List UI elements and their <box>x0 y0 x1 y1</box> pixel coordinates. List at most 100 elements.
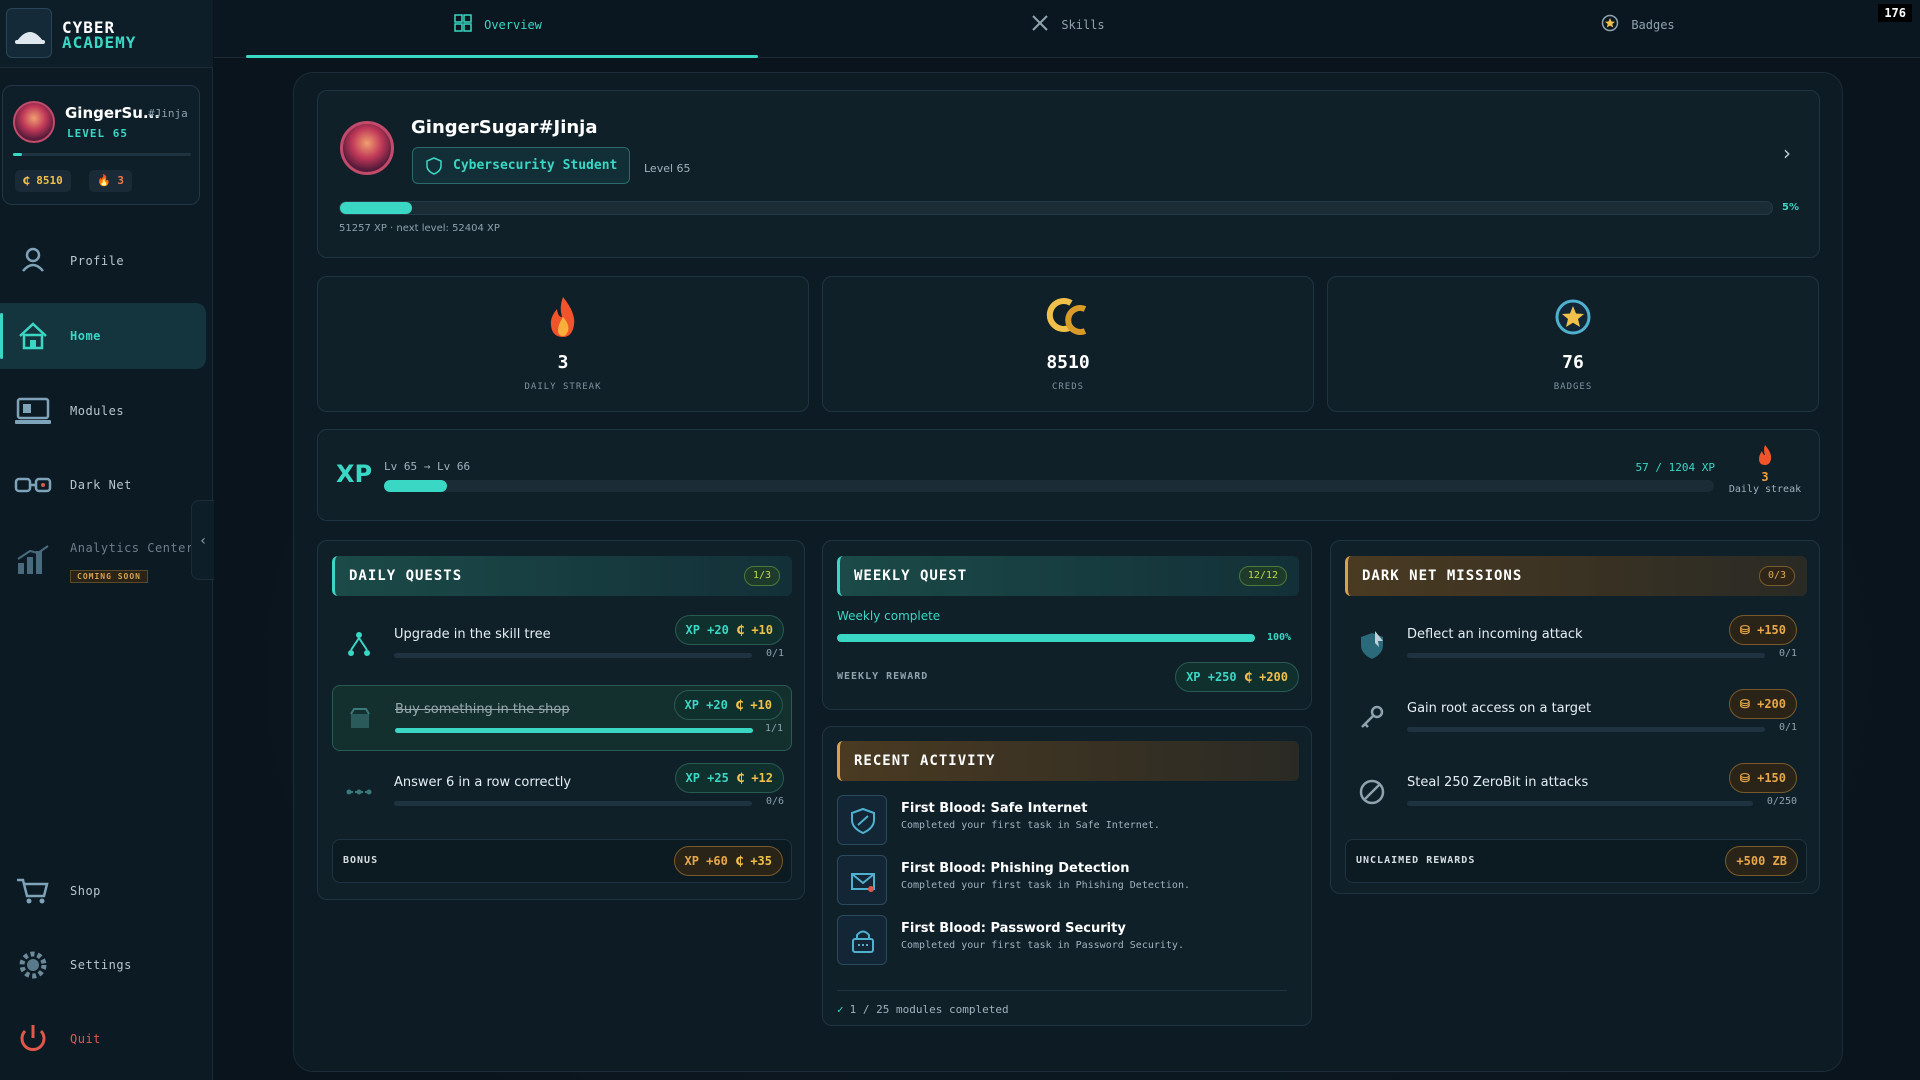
avatar <box>340 121 394 175</box>
tab-label: Skills <box>1061 18 1105 32</box>
mission-progress-bar <box>1407 727 1765 732</box>
power-icon <box>14 1022 52 1056</box>
shield-icon <box>426 157 442 175</box>
crossed-tools-icon <box>1031 14 1049 36</box>
xp-reward: XP +60 <box>684 854 728 868</box>
tab-label: Overview <box>484 18 542 32</box>
xp-reward: XP +20 <box>685 623 729 637</box>
section-title: RECENT ACTIVITY <box>854 753 996 769</box>
unclaimed-label: UNCLAIMED REWARDS <box>1356 855 1476 866</box>
mission-progress-bar <box>1407 653 1765 658</box>
activity-title: First Blood: Safe Internet <box>901 801 1088 816</box>
shop-icon <box>345 704 375 734</box>
sidebar-item-profile[interactable]: Profile <box>0 228 206 294</box>
bar-chart-icon <box>14 543 52 577</box>
list-item[interactable]: Answer 6 in a row correctly XP +25 ₵ +12 … <box>332 759 792 825</box>
shield-icon <box>837 795 887 845</box>
creds-reward-value: +10 <box>750 698 772 712</box>
zerobit-icon: ⛁ <box>1739 771 1758 785</box>
weekly-reward-label: WEEKLY REWARD <box>837 671 929 682</box>
badges-label: BADGES <box>1553 382 1593 392</box>
quest-progress: 1/1 <box>764 723 783 734</box>
profile-xp-progress-fill <box>340 202 412 214</box>
list-item[interactable]: Gain root access on a target ⛁ +200 0/1 <box>1345 685 1805 751</box>
user-card[interactable]: GingerSu... #Jinja LEVEL 65 ₵ 8510 🔥 3 <box>2 85 200 205</box>
darknet-missions-panel: DARK NET MISSIONS 0/3 Deflect an incomin… <box>1330 540 1820 894</box>
activity-desc: Completed your first task in Safe Intern… <box>901 820 1160 831</box>
tab-overview[interactable]: Overview <box>228 0 768 58</box>
profile-panel[interactable]: GingerSugar#Jinja Cybersecurity Student … <box>317 90 1820 258</box>
role-badge: Cybersecurity Student <box>412 147 631 184</box>
user-icon <box>14 244 52 278</box>
sidebar-item-label: Profile <box>70 254 125 268</box>
sidebar-item-label: Quit <box>70 1032 101 1046</box>
sidebar-item-modules[interactable]: Modules <box>0 378 206 444</box>
section-title: DAILY QUESTS <box>349 568 463 584</box>
quest-reward: XP +20 ₵ +10 <box>674 615 784 645</box>
star-badge-icon <box>1553 295 1593 343</box>
list-item[interactable]: Buy something in the shop XP +20 ₵ +10 1/… <box>332 685 792 751</box>
chevron-right-icon[interactable]: › <box>1783 141 1791 165</box>
hacker-hat-icon <box>6 8 52 58</box>
xp-reward: XP +250 <box>1186 670 1237 684</box>
no-entry-icon <box>1357 777 1387 807</box>
level-progress-fill <box>384 480 447 492</box>
star-badge-icon <box>1601 14 1619 36</box>
fps-counter: 176 <box>1878 4 1912 22</box>
sidebar-item-analytics[interactable]: Analytics Center COMING SOON <box>0 527 206 593</box>
mission-count: 0/3 <box>1758 566 1795 586</box>
tab-skills[interactable]: Skills <box>798 0 1338 58</box>
sidebar-item-home[interactable]: Home <box>0 303 206 369</box>
section-title: DARK NET MISSIONS <box>1362 568 1523 584</box>
collapse-sidebar-button[interactable]: ‹ <box>191 500 215 580</box>
xp-label: XP <box>336 460 373 488</box>
laptop-icon <box>14 394 52 428</box>
sidebar-item-label: Home <box>70 329 101 343</box>
quest-reward: XP +25 ₵ +12 <box>674 763 784 793</box>
zerobit-icon: ⛁ <box>1739 623 1758 637</box>
mission-title: Gain root access on a target <box>1407 701 1592 716</box>
tab-badges[interactable]: Badges <box>1368 0 1908 58</box>
quest-title: Upgrade in the skill tree <box>394 627 551 642</box>
activity-desc: Completed your first task in Phishing De… <box>901 880 1190 891</box>
mission-reward: ⛁ +200 <box>1728 689 1797 719</box>
sidebar-item-darknet[interactable]: Dark Net <box>0 452 206 518</box>
list-item: First Blood: Safe Internet Completed you… <box>837 793 1287 849</box>
quest-title: Answer 6 in a row correctly <box>394 775 572 790</box>
profile-level: Level 65 <box>644 162 691 175</box>
weekly-status: Weekly complete <box>837 609 941 623</box>
darknet-missions-header: DARK NET MISSIONS 0/3 <box>1345 556 1807 596</box>
user-level-progress-fill <box>13 153 22 156</box>
daily-streak-mini: 3 Daily streak <box>1725 444 1805 495</box>
weekly-progress-bar <box>837 634 1255 642</box>
mission-title: Deflect an incoming attack <box>1407 627 1583 642</box>
quest-progress: 0/6 <box>765 796 784 807</box>
unclaimed-value[interactable]: +500 ZB <box>1725 846 1798 876</box>
quest-progress-bar <box>395 728 753 733</box>
sidebar-item-quit[interactable]: Quit <box>0 1006 206 1072</box>
list-item[interactable]: Steal 250 ZeroBit in attacks ⛁ +150 0/25… <box>1345 759 1805 825</box>
lock-icon <box>837 915 887 965</box>
quest-progress-bar <box>394 653 752 658</box>
home-icon <box>14 319 52 353</box>
cart-icon <box>14 874 52 908</box>
avatar <box>13 101 55 143</box>
list-item[interactable]: Deflect an incoming attack ⛁ +150 0/1 <box>1345 611 1805 677</box>
flame-icon: 🔥 <box>97 174 118 187</box>
sidebar-item-settings[interactable]: Settings <box>0 932 206 998</box>
profile-name: GingerSugar#Jinja <box>411 117 598 138</box>
weekly-quest-panel: WEEKLY QUEST 12/12 Weekly complete 100% … <box>822 540 1312 710</box>
weekly-reward: XP +250 ₵ +200 <box>1175 662 1299 692</box>
skill-tree-icon <box>344 629 374 659</box>
creds-count: 8510 <box>36 174 63 187</box>
flame-icon <box>1725 444 1805 470</box>
daily-quests-header: DAILY QUESTS 1/3 <box>332 556 792 596</box>
creds-icon <box>1045 295 1091 343</box>
quest-progress-bar <box>394 801 752 806</box>
list-item[interactable]: Upgrade in the skill tree XP +20 ₵ +10 0/… <box>332 611 792 677</box>
sidebar-item-label: Dark Net <box>70 478 132 492</box>
sidebar-item-shop[interactable]: Shop <box>0 858 206 924</box>
creds-reward-value: +200 <box>1259 670 1288 684</box>
weekly-quest-header: WEEKLY QUEST 12/12 <box>837 556 1299 596</box>
bonus-label: BONUS <box>343 855 379 866</box>
